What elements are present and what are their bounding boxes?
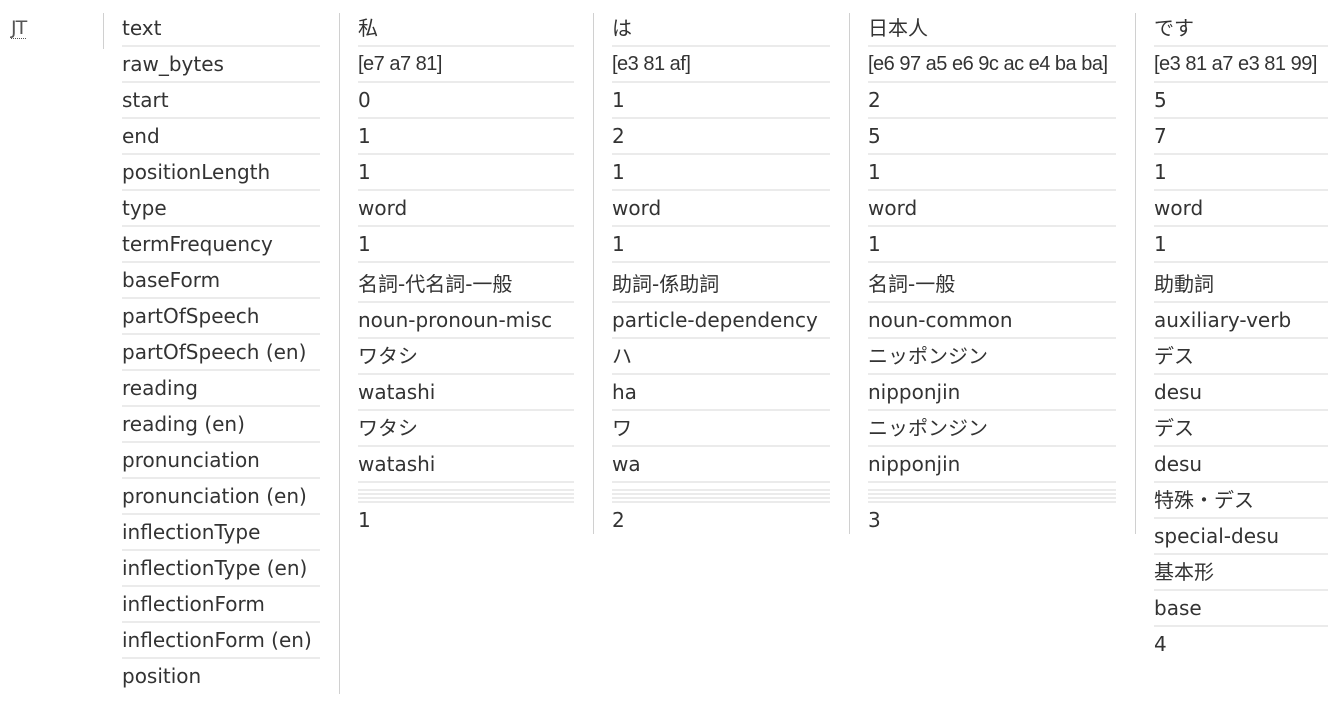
- label-raw-bytes: raw_bytes: [122, 47, 320, 83]
- token-pronunciation: wa: [612, 447, 830, 483]
- token-pronunciation-en: 特殊・デス: [1154, 483, 1328, 519]
- token-reading: nipponjin: [868, 375, 1116, 411]
- token-part-of-speech: noun-common: [868, 303, 1116, 339]
- token-raw-bytes: [e6 97 a5 e6 9c ac e4 ba ba]: [868, 47, 1116, 83]
- label-pronunciation: pronunciation: [122, 443, 320, 479]
- token-term-frequency: 1: [612, 227, 830, 263]
- label-base-form: baseForm: [122, 263, 320, 299]
- label-end: end: [122, 119, 320, 155]
- token-part-of-speech-en: デス: [1154, 339, 1328, 375]
- token-term-frequency: 1: [358, 227, 574, 263]
- token-start: 2: [868, 83, 1116, 119]
- token-reading: ha: [612, 375, 830, 411]
- token-position: 1: [358, 508, 371, 532]
- token-text: 私: [358, 11, 574, 47]
- token-reading-en: デス: [1154, 411, 1328, 447]
- label-position: position: [122, 664, 202, 688]
- token-reading-en: ニッポンジン: [868, 411, 1116, 447]
- token-type: word: [1154, 191, 1328, 227]
- token-start: 0: [358, 83, 574, 119]
- label-reading-en: reading (en): [122, 407, 320, 443]
- stage-divider: [103, 13, 104, 49]
- token-base-form: 名詞-代名詞-一般: [358, 267, 574, 303]
- label-part-of-speech-en: partOfSpeech (en): [122, 335, 320, 371]
- token-reading: watashi: [358, 375, 574, 411]
- token-type: word: [358, 191, 574, 227]
- token-term-frequency: 1: [868, 227, 1116, 263]
- token-end: 2: [612, 119, 830, 155]
- label-inflection-form: inflectionForm: [122, 587, 320, 623]
- label-part-of-speech: partOfSpeech: [122, 299, 320, 335]
- token-end: 1: [358, 119, 574, 155]
- token-inflection-form: base: [1154, 591, 1328, 627]
- token-column-3: 日本人 [e6 97 a5 e6 9c ac e4 ba ba] 2 5 1 w…: [868, 11, 1116, 537]
- token-base-form: 名詞-一般: [868, 267, 1116, 303]
- token-reading-en: ワ: [612, 411, 830, 447]
- token-part-of-speech: auxiliary-verb: [1154, 303, 1328, 339]
- token-part-of-speech-en: ニッポンジン: [868, 339, 1116, 375]
- token-column-4: です [e3 81 a7 e3 81 99] 5 7 1 word 1 助動詞 …: [1154, 11, 1328, 661]
- token-end: 5: [868, 119, 1116, 155]
- analysis-table: JT text raw_bytes start end positionLeng…: [0, 0, 1342, 710]
- label-inflection-form-en: inflectionForm (en): [122, 623, 320, 659]
- column-divider: [593, 13, 594, 534]
- column-divider: [339, 13, 340, 694]
- label-position-length: positionLength: [122, 155, 320, 191]
- token-raw-bytes: [e3 81 a7 e3 81 99]: [1154, 47, 1328, 83]
- label-text: text: [122, 11, 320, 47]
- label-inflection-type: inflectionType: [122, 515, 320, 551]
- token-text: 日本人: [868, 11, 1116, 47]
- token-column-2: は [e3 81 af] 1 2 1 word 1 助詞-係助詞 particl…: [612, 11, 830, 537]
- token-type: word: [868, 191, 1116, 227]
- token-raw-bytes: [e3 81 af]: [612, 47, 830, 83]
- token-term-frequency: 1: [1154, 227, 1328, 263]
- token-base-form: 助動詞: [1154, 267, 1328, 303]
- token-position: 4: [1154, 632, 1167, 656]
- token-inflection-type: special-desu: [1154, 519, 1328, 555]
- token-position-length: 1: [358, 155, 574, 191]
- token-column-1: 私 [e7 a7 81] 0 1 1 word 1 名詞-代名詞-一般 noun…: [358, 11, 574, 537]
- token-position: 2: [612, 508, 625, 532]
- token-position: 3: [868, 508, 881, 532]
- token-text: です: [1154, 11, 1328, 47]
- token-position-length: 1: [868, 155, 1116, 191]
- token-inflection-type-en: 基本形: [1154, 555, 1328, 591]
- token-position-length: 1: [1154, 155, 1328, 191]
- token-start: 5: [1154, 83, 1328, 119]
- token-position-length: 1: [612, 155, 830, 191]
- token-part-of-speech: particle-dependency: [612, 303, 830, 339]
- token-part-of-speech: noun-pronoun-misc: [358, 303, 574, 339]
- token-part-of-speech-en: ワタシ: [358, 339, 574, 375]
- label-reading: reading: [122, 371, 320, 407]
- token-type: word: [612, 191, 830, 227]
- token-pronunciation: desu: [1154, 447, 1328, 483]
- label-pronunciation-en: pronunciation (en): [122, 479, 320, 515]
- label-column: text raw_bytes start end positionLength …: [122, 11, 320, 693]
- stage-label: JT: [11, 17, 27, 39]
- token-text: は: [612, 11, 830, 47]
- token-part-of-speech-en: ハ: [612, 339, 830, 375]
- label-type: type: [122, 191, 320, 227]
- token-reading: desu: [1154, 375, 1328, 411]
- token-reading-en: ワタシ: [358, 411, 574, 447]
- token-raw-bytes: [e7 a7 81]: [358, 47, 574, 83]
- token-base-form: 助詞-係助詞: [612, 267, 830, 303]
- token-pronunciation: nipponjin: [868, 447, 1116, 483]
- token-pronunciation: watashi: [358, 447, 574, 483]
- column-divider: [1135, 13, 1136, 534]
- label-inflection-type-en: inflectionType (en): [122, 551, 320, 587]
- token-start: 1: [612, 83, 830, 119]
- column-divider: [849, 13, 850, 534]
- label-start: start: [122, 83, 320, 119]
- label-term-frequency: termFrequency: [122, 227, 320, 263]
- token-end: 7: [1154, 119, 1328, 155]
